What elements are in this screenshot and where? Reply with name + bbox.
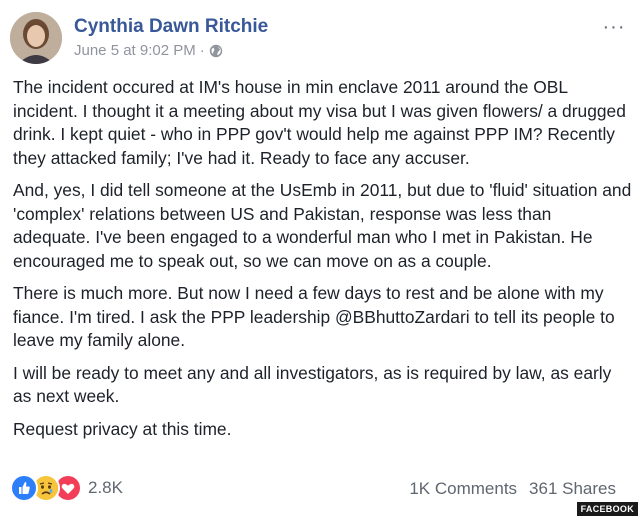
post-footer: 2.8K 1K Comments 361 Shares	[10, 472, 630, 504]
reaction-count[interactable]: 2.8K	[88, 478, 123, 498]
author-name-link[interactable]: Cynthia Dawn Ritchie	[74, 16, 268, 38]
shares-count-link[interactable]: 361 Shares	[529, 479, 616, 499]
author-avatar[interactable]	[10, 12, 62, 64]
engagement-stats: 1K Comments 361 Shares	[409, 479, 616, 499]
like-icon	[10, 474, 38, 502]
post-paragraph: Request privacy at this time.	[13, 418, 232, 439]
post-paragraph: There is much more. But now I need a few…	[13, 283, 615, 350]
post-timestamp[interactable]: June 5 at 9:02 PM	[74, 42, 196, 59]
post-text: The incident occured at IM's house in mi…	[13, 76, 633, 450]
comments-count-link[interactable]: 1K Comments	[409, 479, 517, 499]
globe-icon[interactable]	[209, 44, 223, 58]
post-paragraph: I will be ready to meet any and all inve…	[13, 362, 612, 407]
more-options-button[interactable]: ···	[602, 15, 626, 38]
facebook-post-card: Cynthia Dawn Ritchie June 5 at 9:02 PM ·…	[0, 0, 640, 518]
reactions-summary[interactable]: 2.8K	[10, 474, 123, 502]
ellipsis-icon: ···	[602, 15, 626, 38]
post-paragraph: The incident occured at IM's house in mi…	[13, 77, 626, 168]
meta-separator: ·	[199, 42, 205, 59]
post-paragraph: And, yes, I did tell someone at the UsEm…	[13, 180, 632, 271]
post-meta: June 5 at 9:02 PM ·	[74, 42, 223, 59]
post-header: Cynthia Dawn Ritchie June 5 at 9:02 PM ·…	[10, 10, 630, 66]
source-watermark: FACEBOOK	[576, 502, 638, 516]
